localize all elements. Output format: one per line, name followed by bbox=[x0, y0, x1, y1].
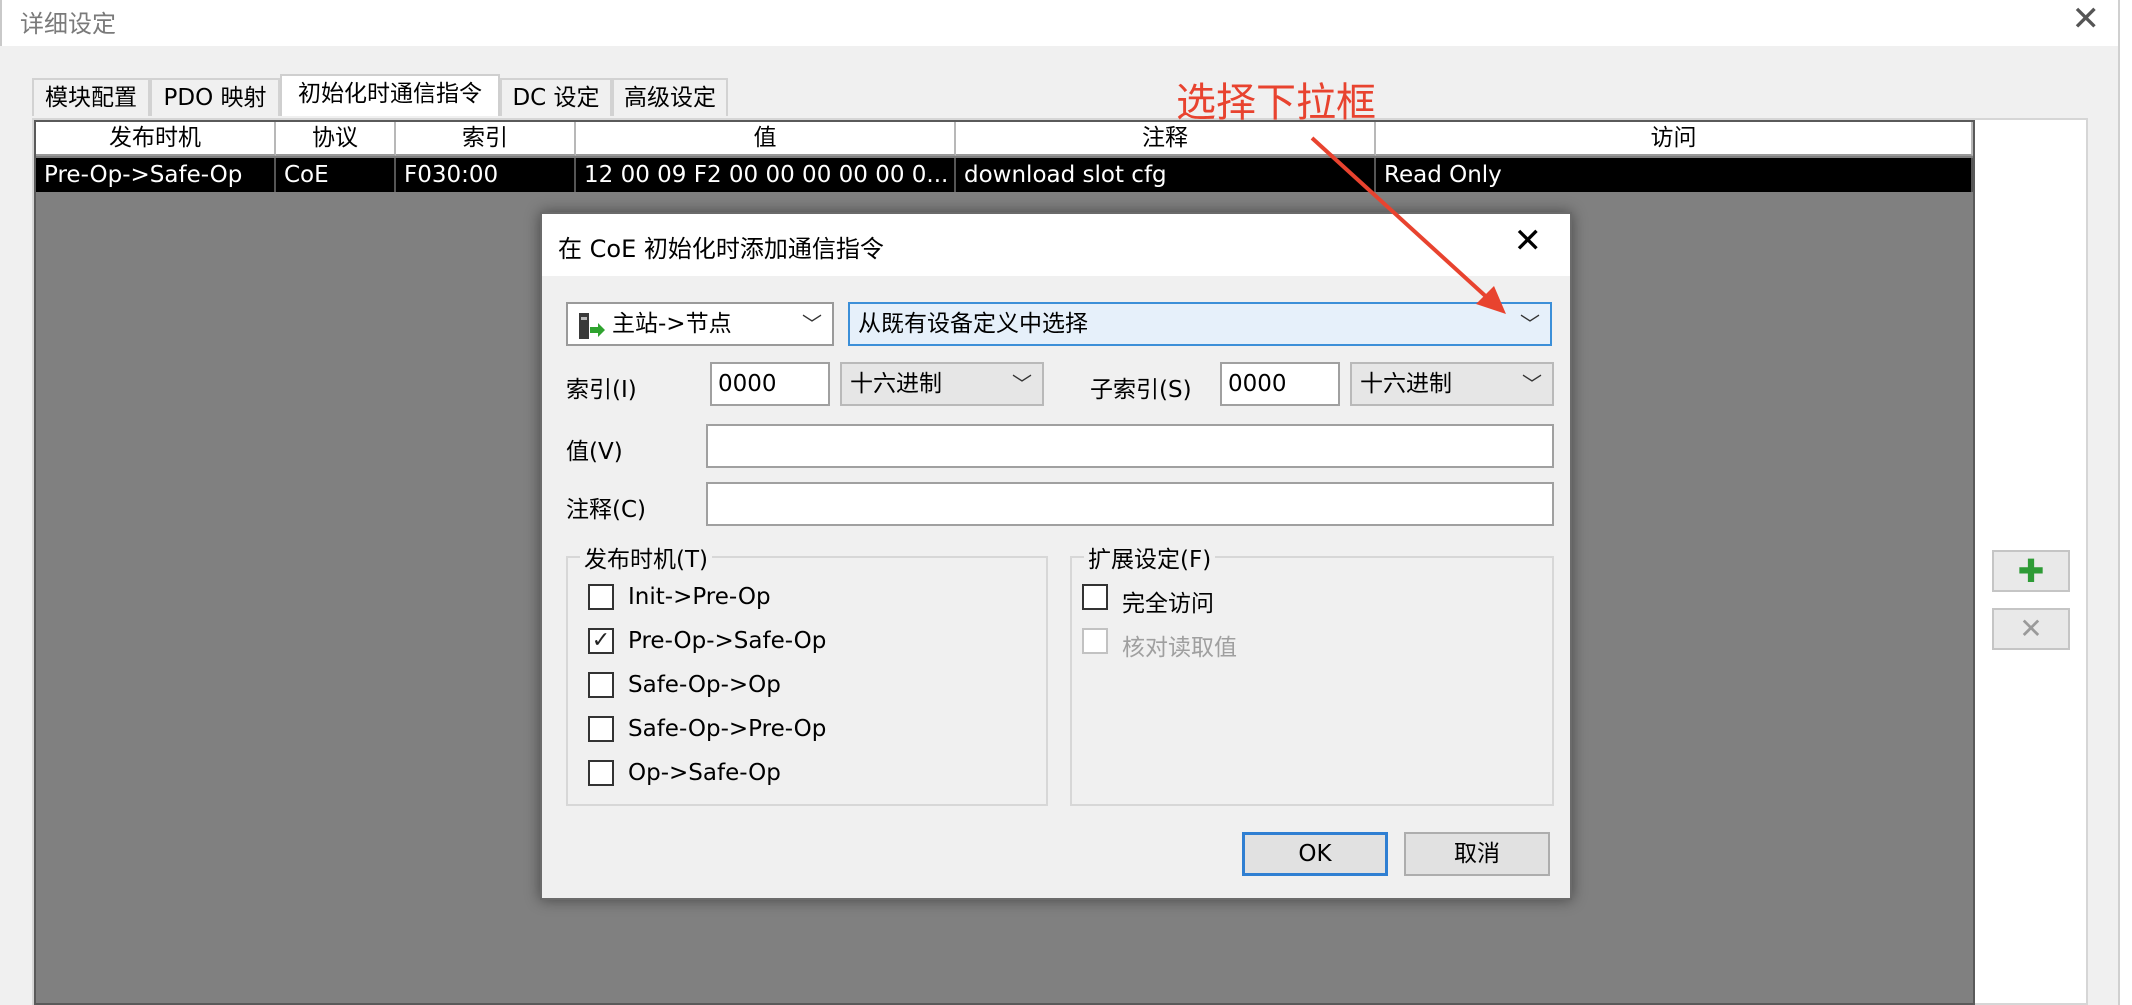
comment-input[interactable] bbox=[706, 482, 1554, 526]
extended-group-title: 扩展设定(F) bbox=[1084, 540, 1216, 574]
checkbox-op-safeop[interactable] bbox=[588, 760, 614, 786]
ok-button[interactable]: OK bbox=[1242, 832, 1388, 876]
checkbox-label: Init->Pre-Op bbox=[628, 584, 771, 610]
checkbox-label: Safe-Op->Pre-Op bbox=[628, 716, 827, 742]
direction-value: 主站->节点 bbox=[612, 311, 732, 337]
checkbox-complete-access[interactable] bbox=[1082, 584, 1108, 610]
column-header-protocol[interactable]: 协议 bbox=[276, 122, 396, 156]
value-label: 值(V) bbox=[566, 439, 623, 465]
chevron-down-icon: ﹀ bbox=[1520, 312, 1540, 336]
column-header-access[interactable]: 访问 bbox=[1376, 122, 1973, 156]
outer-window-title: 详细设定 bbox=[20, 10, 116, 38]
dialog-close-icon[interactable]: ✕ bbox=[1514, 224, 1543, 258]
cell-value: 12 00 09 F2 00 00 00 00 00 0... bbox=[576, 158, 956, 192]
master-to-node-icon bbox=[579, 313, 605, 339]
chevron-down-icon: ﹀ bbox=[1522, 372, 1542, 396]
value-input[interactable] bbox=[706, 424, 1554, 468]
chevron-down-icon: ﹀ bbox=[1012, 372, 1032, 396]
definition-value: 从既有设备定义中选择 bbox=[858, 311, 1088, 337]
dialog-title: 在 CoE 初始化时添加通信指令 bbox=[558, 235, 884, 263]
checkbox-label: 完全访问 bbox=[1122, 591, 1214, 617]
cell-timing: Pre-Op->Safe-Op bbox=[36, 158, 276, 192]
tab-module-config[interactable]: 模块配置 bbox=[32, 78, 150, 116]
cancel-button[interactable]: 取消 bbox=[1404, 832, 1550, 876]
tab-dc-settings[interactable]: DC 设定 bbox=[500, 78, 612, 116]
subindex-format-select[interactable]: 十六进制 ﹀ bbox=[1350, 362, 1554, 406]
window-edge bbox=[2118, 0, 2132, 1005]
add-command-button[interactable]: ✚ bbox=[1992, 550, 2070, 592]
checkbox-safeop-op[interactable] bbox=[588, 672, 614, 698]
index-input[interactable]: 0000 bbox=[710, 362, 830, 406]
checkbox-preop-safeop[interactable]: ✓ bbox=[588, 628, 614, 654]
direction-select[interactable]: 主站->节点 ﹀ bbox=[566, 302, 834, 346]
checkbox-label: Op->Safe-Op bbox=[628, 760, 781, 786]
subindex-input[interactable]: 0000 bbox=[1220, 362, 1340, 406]
outer-close-icon[interactable]: ✕ bbox=[2072, 2, 2101, 36]
cell-access: Read Only bbox=[1376, 158, 1973, 192]
column-header-index[interactable]: 索引 bbox=[396, 122, 576, 156]
checkbox-label: 核对读取值 bbox=[1122, 635, 1237, 661]
definition-select[interactable]: 从既有设备定义中选择 ﹀ bbox=[848, 302, 1552, 346]
checkbox-init-preop[interactable] bbox=[588, 584, 614, 610]
remove-command-button[interactable]: ✕ bbox=[1992, 608, 2070, 650]
tab-init-commands[interactable]: 初始化时通信指令 bbox=[280, 74, 500, 116]
annotation-label: 选择下拉框 bbox=[1176, 80, 1376, 126]
index-label: 索引(I) bbox=[566, 377, 637, 403]
subindex-format-value: 十六进制 bbox=[1360, 371, 1452, 397]
comment-label: 注释(C) bbox=[566, 497, 647, 523]
add-init-command-dialog: 在 CoE 初始化时添加通信指令 ✕ 主站->节点 ﹀ 从既有设备定义中选择 ﹀… bbox=[540, 212, 1572, 900]
index-format-value: 十六进制 bbox=[850, 371, 942, 397]
tab-advanced-settings[interactable]: 高级设定 bbox=[612, 78, 728, 116]
tab-pdo-mapping[interactable]: PDO 映射 bbox=[150, 78, 280, 116]
timing-group-title: 发布时机(T) bbox=[580, 540, 712, 574]
checkbox-verify-read-value bbox=[1082, 628, 1108, 654]
chevron-down-icon: ﹀ bbox=[802, 312, 822, 336]
checkbox-label: Safe-Op->Op bbox=[628, 672, 781, 698]
cell-index: F030:00 bbox=[396, 158, 576, 192]
cell-protocol: CoE bbox=[276, 158, 396, 192]
plus-icon: ✚ bbox=[2017, 552, 2045, 590]
checkbox-label: Pre-Op->Safe-Op bbox=[628, 628, 827, 654]
dialog-titlebar: 在 CoE 初始化时添加通信指令 ✕ bbox=[542, 214, 1570, 276]
checkbox-safeop-preop[interactable] bbox=[588, 716, 614, 742]
remove-icon: ✕ bbox=[2019, 612, 2043, 645]
column-header-value[interactable]: 值 bbox=[576, 122, 956, 156]
index-format-select[interactable]: 十六进制 ﹀ bbox=[840, 362, 1044, 406]
outer-window-titlebar: 详细设定 ✕ bbox=[0, 0, 2132, 46]
column-header-timing[interactable]: 发布时机 bbox=[36, 122, 276, 156]
subindex-label: 子索引(S) bbox=[1090, 377, 1192, 403]
cell-comment: download slot cfg bbox=[956, 158, 1376, 192]
check-icon: ✓ bbox=[591, 628, 611, 653]
